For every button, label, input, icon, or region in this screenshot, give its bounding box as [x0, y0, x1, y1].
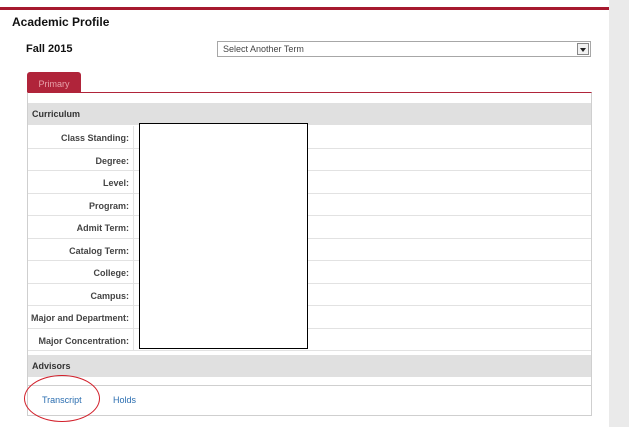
section-curriculum-header: Curriculum	[28, 103, 591, 125]
chevron-down-icon[interactable]	[577, 43, 589, 55]
tab-primary[interactable]: Primary	[27, 72, 81, 93]
row-label: Degree:	[28, 148, 134, 170]
row-label: Catalog Term:	[28, 238, 134, 260]
table-row: Admit Term:	[28, 216, 591, 239]
table-row: College:	[28, 261, 591, 284]
table-row: Program:	[28, 193, 591, 216]
row-label: Class Standing:	[28, 126, 134, 148]
section-advisors-header: Advisors	[28, 355, 591, 377]
table-row: Catalog Term:	[28, 238, 591, 261]
row-label: Campus:	[28, 283, 134, 305]
page-title: Academic Profile	[12, 15, 110, 29]
table-row: Degree:	[28, 148, 591, 171]
profile-content: Curriculum Class Standing: Degree: Level…	[27, 92, 592, 416]
row-label: College:	[28, 261, 134, 283]
row-label: Level:	[28, 171, 134, 193]
row-label: Major and Department:	[28, 306, 134, 328]
row-label: Admit Term:	[28, 216, 134, 238]
term-select-dropdown[interactable]: Select Another Term	[217, 41, 591, 57]
annotation-circle	[24, 375, 100, 422]
holds-link[interactable]: Holds	[113, 395, 136, 405]
table-row: Level:	[28, 171, 591, 194]
redaction-box	[139, 123, 308, 349]
profile-links-bar: Transcript Holds	[28, 385, 591, 415]
current-term-label: Fall 2015	[26, 43, 73, 55]
table-row: Major and Department:	[28, 306, 591, 329]
table-row: Class Standing:	[28, 126, 591, 149]
top-accent-rule	[0, 7, 609, 10]
table-row: Campus:	[28, 283, 591, 306]
row-label: Major Concentration:	[28, 328, 134, 350]
table-row: Major Concentration:	[28, 328, 591, 351]
term-select-value: Select Another Term	[223, 44, 304, 54]
row-label: Program:	[28, 193, 134, 215]
curriculum-table: Class Standing: Degree: Level: Program: …	[28, 126, 591, 351]
